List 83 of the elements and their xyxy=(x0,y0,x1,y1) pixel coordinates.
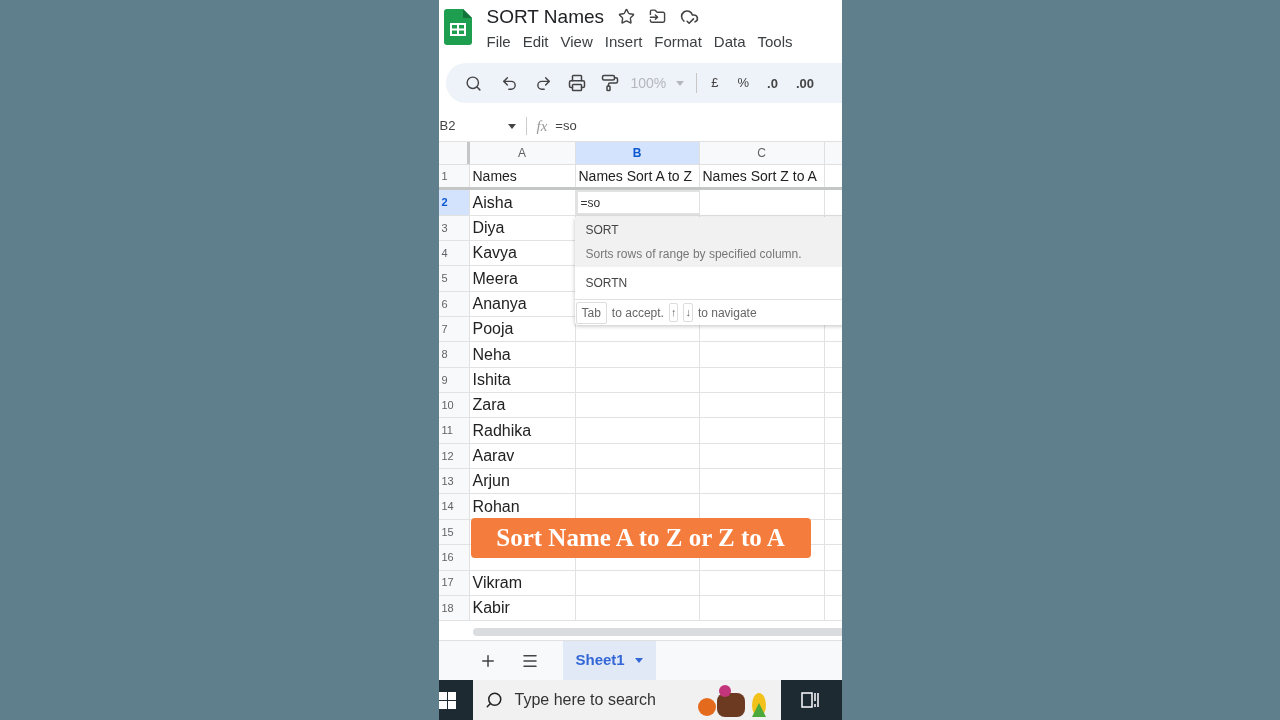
row-number[interactable]: 16 xyxy=(438,545,470,570)
decrease-decimal-button[interactable]: .0 xyxy=(767,76,778,90)
caret-icon xyxy=(676,80,685,86)
column-header[interactable]: A xyxy=(469,142,576,164)
row-number[interactable]: 18 xyxy=(438,595,470,621)
column-header[interactable]: B xyxy=(575,142,700,164)
table-cell-text: Names Sort A to Z xyxy=(577,166,693,186)
menu-item[interactable]: Edit xyxy=(522,34,549,49)
column-header[interactable]: C xyxy=(699,142,825,164)
accept-hint: to accept. xyxy=(611,304,664,322)
row-number[interactable]: 15 xyxy=(438,519,470,545)
navigate-hint: to navigate xyxy=(697,304,757,322)
menu-item[interactable]: Data xyxy=(713,34,746,49)
key-hint: ↓ xyxy=(683,303,693,322)
menu-item[interactable]: File xyxy=(486,34,511,49)
cell-editor[interactable]: =so xyxy=(577,193,601,212)
key-hint: ↑ xyxy=(668,303,679,322)
table-cell-text: Aisha xyxy=(471,192,513,213)
percent-button[interactable]: % xyxy=(737,73,750,93)
taskbar-search-field[interactable]: Type here to search xyxy=(472,680,781,720)
menu-item[interactable]: Tools xyxy=(757,34,793,49)
table-cell-text: Rohan xyxy=(471,496,520,517)
row-number[interactable]: 7 xyxy=(438,317,470,342)
menu-item[interactable]: Insert xyxy=(604,34,643,49)
table-cell-text: Ishita xyxy=(471,369,511,390)
search-placeholder: Type here to search xyxy=(514,690,656,710)
table-cell-text: Meera xyxy=(471,268,518,289)
horizontal-scrollbar[interactable] xyxy=(472,628,842,636)
row-number[interactable]: 13 xyxy=(438,469,470,494)
caption-banner: Sort Name A to Z or Z to A xyxy=(470,518,811,558)
name-box-caret-icon xyxy=(507,123,516,129)
currency-button[interactable]: £ xyxy=(711,73,719,93)
table-cell-text: Vikram xyxy=(471,572,522,593)
table-cell-text: Pooja xyxy=(471,319,514,340)
row-number[interactable]: 10 xyxy=(438,393,470,418)
table-cell-text: Arjun xyxy=(471,471,510,492)
row-number[interactable]: 12 xyxy=(438,443,470,469)
folder-icon[interactable] xyxy=(649,7,667,25)
table-cell-text: Radhika xyxy=(471,420,532,441)
table-cell-text: Names Sort Z to A xyxy=(701,166,817,186)
suggestion-item[interactable]: SORT Sorts rows of range by specified column. xyxy=(574,217,842,267)
sheets-logo-icon[interactable] xyxy=(443,9,472,45)
sheet-tab[interactable]: Sheet1 xyxy=(562,640,656,681)
paint-format-icon[interactable] xyxy=(600,74,619,92)
star-icon[interactable] xyxy=(618,7,636,25)
table-cell-text: Neha xyxy=(471,344,511,365)
row-number[interactable]: 4 xyxy=(438,241,470,266)
row-number[interactable]: 1 xyxy=(438,165,470,188)
table-cell-text: Kabir xyxy=(471,598,510,618)
table-cell-text: Names xyxy=(471,166,517,186)
function-icon: fx xyxy=(536,114,548,138)
row-number[interactable]: 2 xyxy=(438,190,470,215)
row-number[interactable]: 17 xyxy=(438,570,470,595)
menu-item[interactable]: Format xyxy=(654,34,702,49)
undo-icon[interactable] xyxy=(500,74,518,92)
row-number[interactable]: 14 xyxy=(438,494,470,519)
row-number[interactable]: 5 xyxy=(438,266,470,291)
document-title[interactable]: SORT Names xyxy=(486,6,605,26)
row-number[interactable]: 11 xyxy=(438,418,470,443)
row-number[interactable]: 3 xyxy=(438,215,470,241)
table-cell-text: Aarav xyxy=(471,445,515,466)
table-cell-text: Zara xyxy=(471,395,506,416)
function-name: SORTN xyxy=(585,275,629,292)
search-icon[interactable] xyxy=(464,74,482,92)
redo-icon[interactable] xyxy=(534,74,552,92)
row-number[interactable]: 9 xyxy=(438,367,470,393)
function-name: SORT xyxy=(585,222,620,239)
key-hint: Tab xyxy=(575,301,607,324)
row-number[interactable]: 6 xyxy=(438,291,470,317)
table-cell-text: Ananya xyxy=(471,293,527,314)
row-number[interactable]: 8 xyxy=(438,342,470,367)
windows-icon[interactable] xyxy=(438,691,456,709)
formula-field[interactable]: =so xyxy=(555,116,577,136)
table-cell-text: Kavya xyxy=(471,243,517,264)
function-description: Sorts rows of range by specified column. xyxy=(585,246,803,263)
search-icon xyxy=(484,691,503,709)
table-cell-text: Diya xyxy=(471,217,505,238)
menu-item[interactable]: View xyxy=(560,34,593,49)
increase-decimal-button[interactable]: .00 xyxy=(795,76,815,90)
task-view-icon[interactable] xyxy=(800,692,819,708)
caret-icon xyxy=(634,658,643,663)
name-box[interactable]: B2 xyxy=(439,116,508,136)
print-icon[interactable] xyxy=(567,74,586,92)
